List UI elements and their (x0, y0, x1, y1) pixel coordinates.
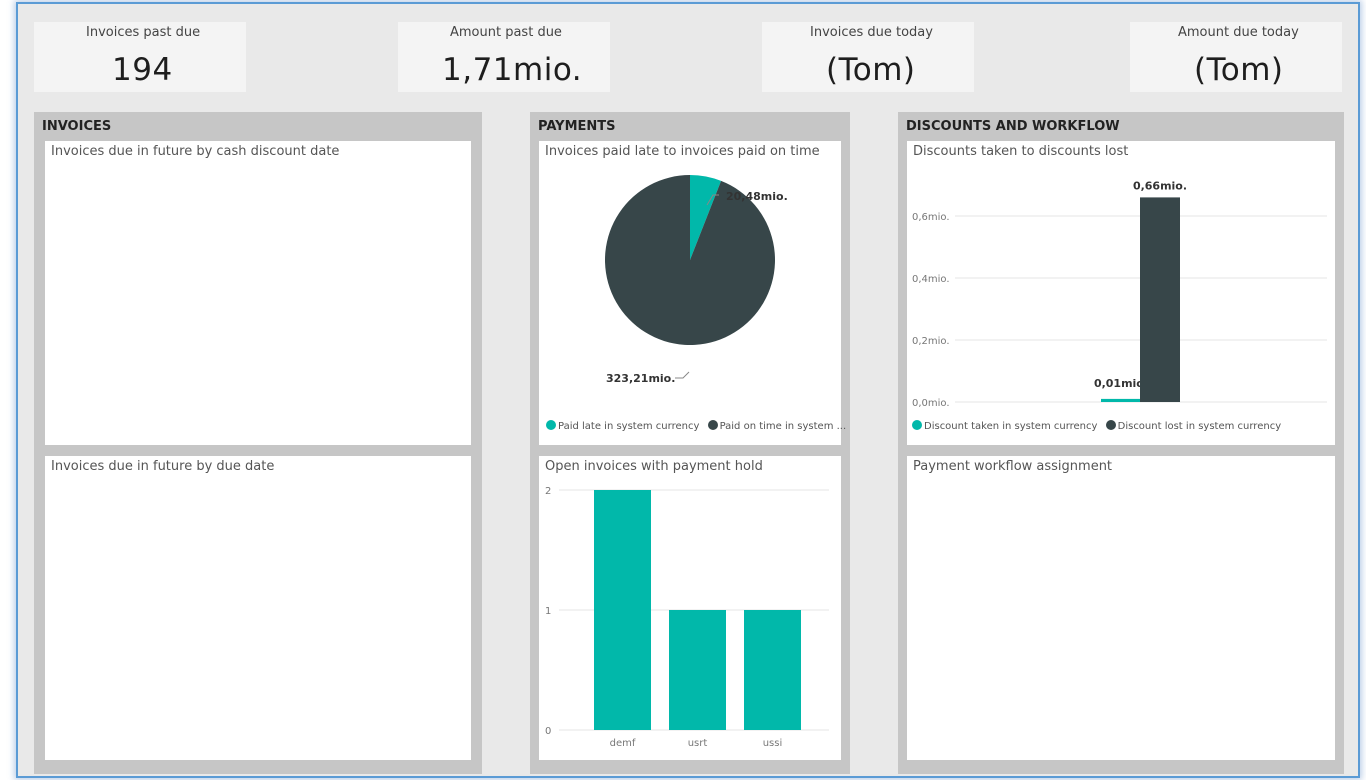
y-tick-label: 0,2mio. (912, 336, 950, 347)
card-payment-workflow[interactable]: Payment workflow assignment (907, 456, 1335, 760)
card-payment-hold[interactable]: Open invoices with payment hold 0 1 2 demf u… (539, 456, 841, 760)
bar-chart: 0,0mio. 0,2mio. 0,4mio. 0,6mio. 0,01mio. 0,66… (912, 179, 1327, 409)
kpi-title: Amount past due (450, 25, 562, 40)
kpi-amount-due-today[interactable]: Amount due today (Tom) (1130, 22, 1342, 92)
card-paid-late-vs-on-time[interactable]: Invoices paid late to invoices paid on t… (539, 141, 846, 445)
kpi-value: (Tom) (1194, 52, 1284, 88)
panel-payments: PAYMENTS Invoices paid late to invoices … (530, 112, 850, 774)
legend: Discount taken in system currency Discou… (912, 420, 1286, 432)
legend-label: Paid on time in system ... (719, 421, 847, 432)
x-tick-label: demf (610, 738, 636, 749)
panel-title: INVOICES (42, 119, 112, 134)
y-tick-label: 0 (545, 726, 551, 737)
legend-item[interactable]: Paid late in system currency (546, 420, 700, 432)
legend-dot (912, 420, 922, 430)
y-tick-label: 0,4mio. (912, 274, 950, 285)
bar-ussi[interactable] (744, 610, 801, 730)
kpi-value: 1,71mio. (442, 52, 583, 88)
bar-discount-taken[interactable] (1101, 398, 1141, 402)
y-tick-label: 0,6mio. (912, 212, 950, 223)
legend-label: Discount lost in system currency (1117, 421, 1282, 432)
panel-title: DISCOUNTS AND WORKFLOW (906, 119, 1120, 134)
x-tick-label: ussi (763, 738, 783, 749)
kpi-title: Invoices past due (86, 25, 201, 40)
pie-chart: 20,48mio. 323,21mio. (605, 175, 788, 385)
kpi-title: Invoices due today (810, 25, 933, 40)
data-label-paid-late: 20,48mio. (726, 190, 788, 203)
kpi-amount-past-due[interactable]: Amount past due 1,71mio. (398, 22, 610, 92)
y-tick-label: 1 (545, 606, 551, 617)
bar-chart: 0 1 2 demf usrt ussi (545, 486, 829, 749)
kpi-invoices-due-today[interactable]: Invoices due today (Tom) (762, 22, 974, 92)
y-tick-label: 0,0mio. (912, 398, 950, 409)
bar-usrt[interactable] (669, 610, 726, 730)
card-title: Invoices due in future by cash discount … (51, 144, 340, 159)
card-discounts[interactable]: Discounts taken to discounts lost 0,0mio… (907, 141, 1335, 445)
legend-item[interactable]: Discount lost in system currency (1105, 420, 1282, 432)
leader-line (675, 371, 690, 379)
card-invoices-cash-discount[interactable]: Invoices due in future by cash discount … (45, 141, 471, 445)
legend-item[interactable]: Discount taken in system currency (912, 420, 1098, 432)
card-title: Invoices due in future by due date (51, 459, 275, 474)
data-label-discount-lost: 0,66mio. (1133, 179, 1187, 192)
legend-dot (707, 420, 718, 430)
card-title: Payment workflow assignment (913, 459, 1113, 474)
kpi-value: 194 (112, 52, 173, 88)
data-label-discount-taken: 0,01mio. (1094, 377, 1148, 390)
panel-title: PAYMENTS (538, 119, 616, 134)
x-tick-label: usrt (688, 738, 708, 749)
legend: Paid late in system currency Paid on tim… (546, 420, 851, 432)
legend-label: Paid late in system currency (558, 421, 700, 432)
legend-dot (1105, 420, 1116, 430)
bar-demf[interactable] (594, 490, 651, 730)
kpi-invoices-past-due[interactable]: Invoices past due 194 (34, 22, 246, 92)
card-invoices-due-date[interactable]: Invoices due in future by due date (45, 456, 471, 760)
bar-discount-lost[interactable] (1140, 197, 1180, 402)
data-label-paid-on-time: 323,21mio. (606, 372, 675, 385)
panel-invoices: INVOICES Invoices due in future by cash … (34, 112, 482, 774)
legend-label: Discount taken in system currency (924, 421, 1098, 432)
y-tick-label: 2 (545, 486, 551, 497)
legend-item[interactable]: Paid on time in system ... (707, 420, 847, 432)
kpi-value: (Tom) (826, 52, 916, 88)
panel-discounts-workflow: DISCOUNTS AND WORKFLOW Discounts taken t… (898, 112, 1344, 774)
kpi-title: Amount due today (1178, 25, 1299, 40)
legend-dot (546, 420, 556, 430)
